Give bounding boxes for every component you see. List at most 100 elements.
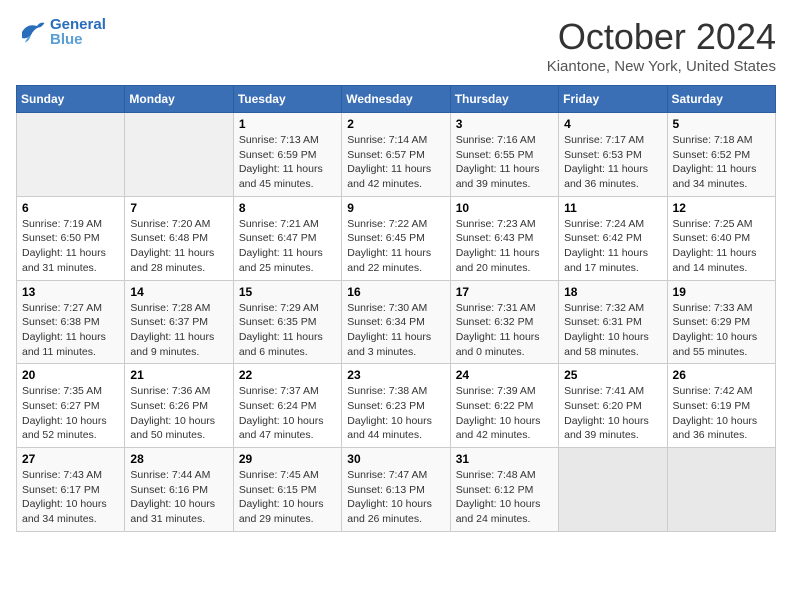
month-title: October 2024	[547, 16, 776, 58]
logo-text: General Blue	[50, 16, 106, 48]
weekday-header-thursday: Thursday	[450, 86, 558, 113]
weekday-header-monday: Monday	[125, 86, 233, 113]
calendar-week-row: 13 Sunrise: 7:27 AM Sunset: 6:38 PM Dayli…	[17, 280, 776, 364]
day-number: 5	[673, 117, 770, 131]
calendar-day-cell: 31 Sunrise: 7:48 AM Sunset: 6:12 PM Dayli…	[450, 448, 558, 532]
calendar-day-cell: 30Sunrise: 7:47 AM Sunset: 6:13 PM Dayli…	[342, 448, 450, 532]
weekday-header-friday: Friday	[559, 86, 667, 113]
day-info: Sunrise: 7:35 AM Sunset: 6:27 PM Dayligh…	[22, 384, 119, 443]
day-info: Sunrise: 7:36 AM Sunset: 6:26 PM Dayligh…	[130, 384, 227, 443]
day-info: Sunrise: 7:25 AM Sunset: 6:40 PM Dayligh…	[673, 217, 770, 276]
day-number: 9	[347, 201, 444, 215]
calendar-day-cell: 23 Sunrise: 7:38 AM Sunset: 6:23 PM Dayli…	[342, 364, 450, 448]
day-info: Sunrise: 7:44 AM Sunset: 6:16 PM Dayligh…	[130, 468, 227, 527]
day-number: 22	[239, 368, 336, 382]
calendar-header-row: SundayMondayTuesdayWednesdayThursdayFrid…	[17, 86, 776, 113]
calendar-day-cell: 18 Sunrise: 7:32 AM Sunset: 6:31 PM Dayli…	[559, 280, 667, 364]
day-number: 1	[239, 117, 336, 131]
calendar-day-cell: 22 Sunrise: 7:37 AM Sunset: 6:24 PM Dayli…	[233, 364, 341, 448]
day-info: Sunrise: 7:41 AM Sunset: 6:20 PM Dayligh…	[564, 384, 661, 443]
day-number: 29	[239, 452, 336, 466]
day-number: 18	[564, 285, 661, 299]
day-info: Sunrise: 7:48 AM Sunset: 6:12 PM Dayligh…	[456, 468, 553, 527]
day-info: Sunrise: 7:20 AM Sunset: 6:48 PM Dayligh…	[130, 217, 227, 276]
day-info: Sunrise: 7:17 AM Sunset: 6:53 PM Dayligh…	[564, 133, 661, 192]
day-number: 27	[22, 452, 119, 466]
day-number: 7	[130, 201, 227, 215]
calendar-day-cell: 11 Sunrise: 7:24 AM Sunset: 6:42 PM Dayli…	[559, 196, 667, 280]
day-info: Sunrise: 7:42 AM Sunset: 6:19 PM Dayligh…	[673, 384, 770, 443]
day-number: 21	[130, 368, 227, 382]
calendar-day-cell: 12Sunrise: 7:25 AM Sunset: 6:40 PM Dayli…	[667, 196, 775, 280]
day-number: 2	[347, 117, 444, 131]
day-info: Sunrise: 7:32 AM Sunset: 6:31 PM Dayligh…	[564, 301, 661, 360]
calendar-day-cell: 7 Sunrise: 7:20 AM Sunset: 6:48 PM Daylig…	[125, 196, 233, 280]
calendar-day-cell: 26 Sunrise: 7:42 AM Sunset: 6:19 PM Dayli…	[667, 364, 775, 448]
calendar-day-cell: 9 Sunrise: 7:22 AM Sunset: 6:45 PM Daylig…	[342, 196, 450, 280]
title-block: October 2024 Kiantone, New York, United …	[547, 16, 776, 75]
calendar-week-row: 20 Sunrise: 7:35 AM Sunset: 6:27 PM Dayli…	[17, 364, 776, 448]
day-info: Sunrise: 7:24 AM Sunset: 6:42 PM Dayligh…	[564, 217, 661, 276]
day-info: Sunrise: 7:22 AM Sunset: 6:45 PM Dayligh…	[347, 217, 444, 276]
location-text: Kiantone, New York, United States	[547, 58, 776, 75]
calendar-day-cell: 16 Sunrise: 7:30 AM Sunset: 6:34 PM Dayli…	[342, 280, 450, 364]
day-info: Sunrise: 7:13 AM Sunset: 6:59 PM Dayligh…	[239, 133, 336, 192]
day-number: 26	[673, 368, 770, 382]
day-number: 16	[347, 285, 444, 299]
calendar-week-row: 1 Sunrise: 7:13 AM Sunset: 6:59 PM Daylig…	[17, 113, 776, 197]
day-number: 24	[456, 368, 553, 382]
day-info: Sunrise: 7:43 AM Sunset: 6:17 PM Dayligh…	[22, 468, 119, 527]
day-number: 15	[239, 285, 336, 299]
day-info: Sunrise: 7:27 AM Sunset: 6:38 PM Dayligh…	[22, 301, 119, 360]
calendar-day-cell: 20 Sunrise: 7:35 AM Sunset: 6:27 PM Dayli…	[17, 364, 125, 448]
day-info: Sunrise: 7:31 AM Sunset: 6:32 PM Dayligh…	[456, 301, 553, 360]
calendar-day-cell: 19 Sunrise: 7:33 AM Sunset: 6:29 PM Dayli…	[667, 280, 775, 364]
day-info: Sunrise: 7:30 AM Sunset: 6:34 PM Dayligh…	[347, 301, 444, 360]
day-info: Sunrise: 7:28 AM Sunset: 6:37 PM Dayligh…	[130, 301, 227, 360]
day-number: 20	[22, 368, 119, 382]
day-info: Sunrise: 7:23 AM Sunset: 6:43 PM Dayligh…	[456, 217, 553, 276]
day-number: 4	[564, 117, 661, 131]
calendar-day-cell: 14 Sunrise: 7:28 AM Sunset: 6:37 PM Dayli…	[125, 280, 233, 364]
day-info: Sunrise: 7:45 AM Sunset: 6:15 PM Dayligh…	[239, 468, 336, 527]
empty-cell	[17, 113, 125, 197]
day-number: 10	[456, 201, 553, 215]
day-info: Sunrise: 7:39 AM Sunset: 6:22 PM Dayligh…	[456, 384, 553, 443]
calendar-day-cell: 24 Sunrise: 7:39 AM Sunset: 6:22 PM Dayli…	[450, 364, 558, 448]
calendar-day-cell: 21 Sunrise: 7:36 AM Sunset: 6:26 PM Dayli…	[125, 364, 233, 448]
calendar-body: 1 Sunrise: 7:13 AM Sunset: 6:59 PM Daylig…	[17, 113, 776, 532]
calendar-table: SundayMondayTuesdayWednesdayThursdayFrid…	[16, 85, 776, 532]
empty-cell	[125, 113, 233, 197]
day-info: Sunrise: 7:37 AM Sunset: 6:24 PM Dayligh…	[239, 384, 336, 443]
empty-cell	[559, 448, 667, 532]
day-number: 11	[564, 201, 661, 215]
day-number: 25	[564, 368, 661, 382]
day-info: Sunrise: 7:14 AM Sunset: 6:57 PM Dayligh…	[347, 133, 444, 192]
calendar-week-row: 27 Sunrise: 7:43 AM Sunset: 6:17 PM Dayli…	[17, 448, 776, 532]
calendar-day-cell: 5 Sunrise: 7:18 AM Sunset: 6:52 PM Daylig…	[667, 113, 775, 197]
logo: General Blue	[16, 16, 106, 48]
day-info: Sunrise: 7:19 AM Sunset: 6:50 PM Dayligh…	[22, 217, 119, 276]
calendar-day-cell: 4 Sunrise: 7:17 AM Sunset: 6:53 PM Daylig…	[559, 113, 667, 197]
calendar-day-cell: 25 Sunrise: 7:41 AM Sunset: 6:20 PM Dayli…	[559, 364, 667, 448]
day-info: Sunrise: 7:38 AM Sunset: 6:23 PM Dayligh…	[347, 384, 444, 443]
day-number: 6	[22, 201, 119, 215]
day-number: 14	[130, 285, 227, 299]
weekday-header-sunday: Sunday	[17, 86, 125, 113]
calendar-day-cell: 2 Sunrise: 7:14 AM Sunset: 6:57 PM Daylig…	[342, 113, 450, 197]
logo-icon	[16, 17, 46, 47]
day-info: Sunrise: 7:16 AM Sunset: 6:55 PM Dayligh…	[456, 133, 553, 192]
weekday-header-tuesday: Tuesday	[233, 86, 341, 113]
day-info: Sunrise: 7:18 AM Sunset: 6:52 PM Dayligh…	[673, 133, 770, 192]
calendar-day-cell: 27 Sunrise: 7:43 AM Sunset: 6:17 PM Dayli…	[17, 448, 125, 532]
day-info: Sunrise: 7:33 AM Sunset: 6:29 PM Dayligh…	[673, 301, 770, 360]
calendar-day-cell: 8Sunrise: 7:21 AM Sunset: 6:47 PM Daylig…	[233, 196, 341, 280]
day-number: 23	[347, 368, 444, 382]
day-number: 19	[673, 285, 770, 299]
page-header: General Blue October 2024 Kiantone, New …	[16, 16, 776, 75]
calendar-week-row: 6 Sunrise: 7:19 AM Sunset: 6:50 PM Daylig…	[17, 196, 776, 280]
day-number: 31	[456, 452, 553, 466]
day-number: 13	[22, 285, 119, 299]
empty-cell	[667, 448, 775, 532]
day-number: 3	[456, 117, 553, 131]
